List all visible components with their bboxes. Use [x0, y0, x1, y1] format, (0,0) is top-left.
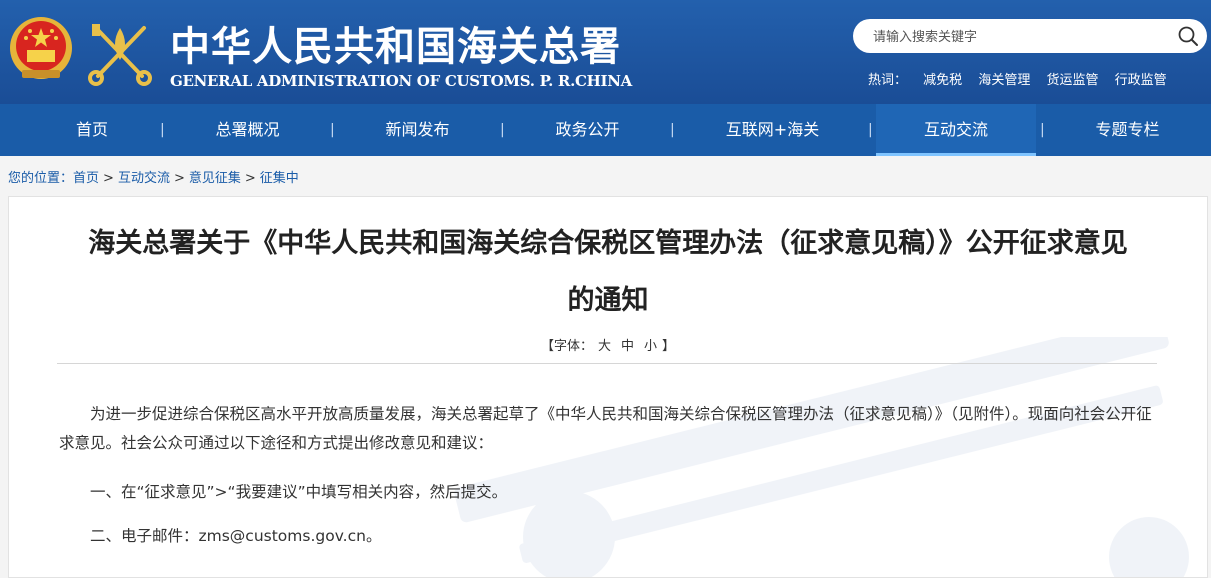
breadcrumb-interaction[interactable]: 互动交流 [118, 171, 170, 186]
nav-item-government-affairs[interactable]: 政务公开 [530, 104, 645, 156]
search-icon[interactable] [1177, 25, 1199, 47]
nav-item-special-topics[interactable]: 专题专栏 [1070, 104, 1185, 156]
hot-keyword-link[interactable]: 货运监管 [1046, 73, 1098, 88]
nav-item-news[interactable]: 新闻发布 [360, 104, 475, 156]
font-size-medium-button[interactable]: 中 [621, 339, 634, 354]
hot-keyword-link[interactable]: 海关管理 [978, 73, 1030, 88]
breadcrumb-separator: > [173, 171, 185, 186]
article-paragraph: 为进一步促进综合保税区高水平开放高质量发展，海关总署起草了《中华人民共和国海关综… [59, 405, 1152, 452]
font-size-switcher: 【字体： 大中小】 [9, 335, 1207, 354]
breadcrumb-prefix: 您的位置： [8, 171, 74, 186]
nav-item-about[interactable]: 总署概况 [190, 104, 305, 156]
nav-item-internet-customs[interactable]: 互联网+海关 [700, 104, 845, 156]
customs-key-icon [88, 24, 152, 86]
font-size-open: 【字体： [540, 339, 593, 354]
nav-separator: | [868, 122, 873, 138]
hot-keyword-link[interactable]: 减免税 [923, 73, 962, 88]
breadcrumb-collecting[interactable]: 征集中 [260, 171, 299, 186]
hot-keywords: 热词： 减免税 海关管理 货运监管 行政监管 [868, 69, 1179, 88]
nav-separator: | [500, 122, 505, 138]
nav-item-home[interactable]: 首页 [42, 104, 142, 156]
nav-separator: | [670, 122, 675, 138]
site-title-en: GENERAL ADMINISTRATION OF CUSTOMS. P. R.… [170, 72, 632, 90]
hot-keyword-link[interactable]: 行政监管 [1115, 73, 1167, 88]
font-size-small-button[interactable]: 小 [644, 339, 657, 354]
nav-item-interaction[interactable]: 互动交流 [876, 104, 1036, 156]
nav-separator: | [1040, 122, 1045, 138]
breadcrumb-separator: > [103, 171, 114, 186]
breadcrumb-separator: > [244, 171, 256, 186]
font-size-close: 】 [662, 339, 676, 354]
font-size-large-button[interactable]: 大 [598, 339, 611, 354]
article-title-line: 的通知 [567, 285, 649, 316]
search-box [853, 19, 1207, 53]
article-panel: 海关总署关于《中华人民共和国海关综合保税区管理办法（征求意见稿）》公开征求意见 … [8, 196, 1208, 578]
breadcrumb-home[interactable]: 首页 [73, 171, 99, 186]
national-emblem-icon [10, 17, 72, 79]
article-paragraph: 一、在“征求意见”>“我要建议”中填写相关内容，然后提交。 [90, 483, 508, 501]
article-title: 海关总署关于《中华人民共和国海关综合保税区管理办法（征求意见稿）》公开征求意见 … [49, 215, 1167, 329]
breadcrumb: 您的位置：首页 > 互动交流 > 意见征集 > 征集中 [8, 167, 299, 186]
nav-separator: | [330, 122, 335, 138]
article-title-line: 海关总署关于《中华人民共和国海关综合保税区管理办法（征求意见稿）》公开征求意见 [88, 228, 1128, 259]
title-divider [57, 363, 1157, 364]
breadcrumb-opinion-collection[interactable]: 意见征集 [189, 171, 241, 186]
nav-separator: | [160, 122, 165, 138]
site-header: 中华人民共和国海关总署 GENERAL ADMINISTRATION OF CU… [0, 0, 1211, 104]
site-title-cn: 中华人民共和国海关总署 [170, 23, 621, 70]
search-input[interactable] [871, 26, 1165, 48]
hot-keywords-label: 热词： [868, 73, 908, 88]
article-paragraph: 二、电子邮件：zms@customs.gov.cn。 [90, 527, 382, 545]
main-nav: 首页 | 总署概况 | 新闻发布 | 政务公开 | 互联网+海关 | 互动交流 … [0, 104, 1211, 156]
